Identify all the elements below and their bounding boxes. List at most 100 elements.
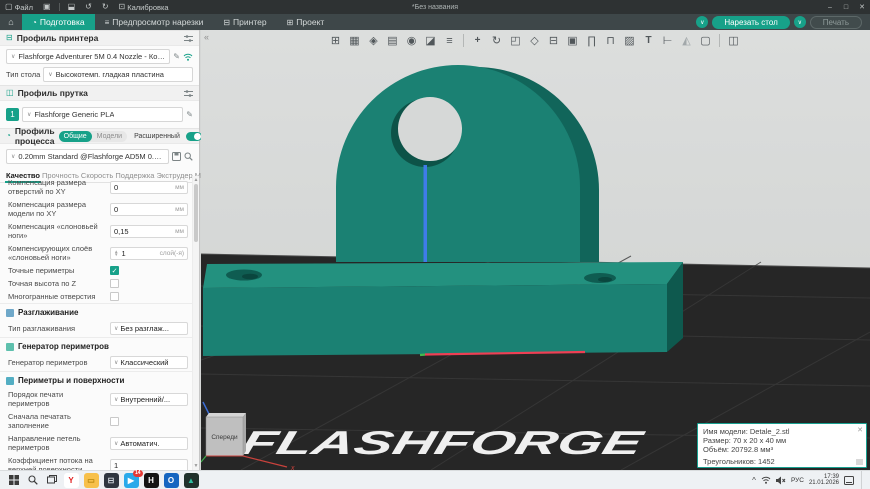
file-menu[interactable]: ▢ Файл [0, 0, 38, 14]
slice-dropdown-button[interactable]: ∨ [696, 16, 708, 28]
filament-select[interactable]: ∨ Flashforge Generic PLA [22, 107, 183, 122]
tray-expand-icon[interactable]: ^ [752, 476, 756, 485]
edit-printer-icon[interactable]: ✎ [173, 52, 180, 61]
section-icon [6, 377, 14, 385]
process-section-title: Профиль процесса [15, 126, 55, 146]
param-select[interactable]: ∨Классический [110, 356, 188, 369]
print-dropdown-button[interactable]: ∨ [794, 16, 806, 28]
bed-type-select[interactable]: ∨ Высокотемп. гладкая пластина [43, 67, 193, 82]
chevron-down-icon: ∨ [11, 153, 15, 160]
task-view-button[interactable] [42, 471, 61, 489]
param-input[interactable]: 0мм [110, 203, 188, 216]
tab-icon: ⊟ [223, 18, 230, 27]
calibration-icon: ⊡ [119, 3, 126, 11]
3d-viewport[interactable]: « ⊞▦◈▤◉◪≡+↻◰◇⊟▣∏⊓▨T⊢◭▢◫ FLASHFORGE [201, 30, 870, 470]
filament-settings-icon[interactable] [184, 89, 193, 98]
param-select[interactable]: ∨Внутренний/... [110, 393, 188, 406]
print-button[interactable]: Печать [810, 16, 862, 29]
window-title: *Без названия [412, 0, 458, 14]
show-desktop-button[interactable] [861, 471, 864, 489]
undo-button[interactable]: ↺ [80, 0, 97, 14]
param-row: Компенсация размера отверстий по XY0мм [0, 176, 192, 198]
process-scope-pill[interactable]: Модели [92, 131, 127, 142]
printer-app-icon[interactable]: ⊟ [104, 473, 119, 488]
redo-button[interactable]: ↻ [97, 0, 114, 14]
tab-icon: ≡ [105, 18, 110, 27]
yandex-browser-icon[interactable]: Y [64, 473, 79, 488]
save-profile-icon[interactable] [172, 152, 181, 161]
start-button[interactable] [4, 471, 23, 489]
param-select[interactable]: ∨Автоматич. [110, 437, 188, 450]
process-select[interactable]: ∨ 0.20mm Standard @Flashforge AD5M 0.4 N… [6, 149, 169, 164]
edit-filament-icon[interactable]: ✎ [186, 110, 193, 119]
process-scope-pill[interactable]: Общие [59, 131, 92, 142]
model-size: Размер: 70 x 20 x 40 мм [703, 436, 861, 445]
tab-2[interactable]: ≡Предпросмотр нарезки [95, 14, 214, 30]
param-value: 0 [114, 205, 118, 214]
advanced-toggle[interactable] [186, 132, 202, 141]
scroll-down-icon[interactable]: ▼ [193, 463, 199, 469]
chevron-down-icon: ∨ [11, 53, 15, 60]
printer-settings-icon[interactable] [184, 34, 193, 43]
param-checkbox[interactable] [110, 292, 119, 301]
wifi-icon[interactable] [183, 53, 193, 61]
search-button[interactable] [23, 471, 42, 489]
tab-1[interactable]: ◔Подготовка [22, 14, 95, 30]
clock[interactable]: 17:39 21.01.2026 [809, 474, 839, 487]
main-tab-bar: ⌂ ◔Подготовка≡Предпросмотр нарезки⊟Принт… [0, 14, 870, 30]
param-input[interactable]: ▲▼1слой(-я) [110, 247, 188, 260]
param-select-value: Автоматич. [120, 439, 159, 448]
slicer-app-icon[interactable]: ▲ [184, 473, 199, 488]
param-checkbox[interactable] [110, 279, 119, 288]
filament-slot-badge[interactable]: 1 [6, 108, 19, 121]
unread-badge: 14 [133, 470, 143, 477]
tab-3[interactable]: ⊟Принтер [213, 14, 276, 30]
maximize-button[interactable]: □ [838, 0, 854, 14]
search-icon[interactable] [184, 152, 193, 161]
home-icon: ⌂ [8, 17, 13, 27]
tab-label: Предпросмотр нарезки [112, 17, 203, 27]
bed-type-label: Тип стола [6, 70, 40, 79]
param-label: Тип разглаживания [8, 324, 106, 333]
param-row: Направление петель периметров∨Автоматич. [0, 432, 192, 454]
h-app-icon[interactable]: H [144, 473, 159, 488]
save-button[interactable]: ⬓ [63, 0, 81, 14]
tab-label: Принтер [233, 17, 267, 27]
process-section-header: ◔ Профиль процесса ОбщиеМодели Расширенн… [0, 128, 199, 144]
file-explorer-icon[interactable]: ▭ [84, 473, 99, 488]
model-object[interactable] [203, 65, 683, 356]
slice-plate-button[interactable]: Нарезать стол [712, 16, 789, 29]
close-icon[interactable]: ✕ [857, 426, 863, 435]
minimize-button[interactable]: – [822, 0, 838, 14]
calibration-menu[interactable]: ⊡ Калибровка [114, 0, 174, 14]
volume-muted-icon[interactable] [776, 476, 786, 485]
scroll-up-icon[interactable]: ▲ [193, 177, 199, 183]
spinner-arrows-icon[interactable]: ▲▼ [114, 250, 118, 257]
notification-center-icon[interactable] [844, 476, 854, 485]
resize-handle[interactable] [856, 459, 863, 465]
window-menu-button[interactable]: ▣ [38, 0, 56, 14]
param-input[interactable]: 1 [110, 459, 188, 471]
language-indicator[interactable]: РУС [791, 477, 804, 484]
printer-section-header: ⊟ Профиль принтера [0, 30, 199, 46]
param-checkbox[interactable] [110, 417, 119, 426]
scrollbar-thumb[interactable] [194, 184, 198, 242]
param-row: Точная высота по Z [0, 277, 192, 290]
close-button[interactable]: ✕ [854, 0, 870, 14]
bed-type-value: Высокотемп. гладкая пластина [56, 70, 164, 79]
param-checkbox[interactable]: ✓ [110, 266, 119, 275]
param-label: Точные периметры [8, 266, 106, 275]
param-input[interactable]: 0мм [110, 181, 188, 194]
param-row: Компенсация размера модели по XY0мм [0, 198, 192, 220]
param-input[interactable]: 0,15мм [110, 225, 188, 238]
printer-section-title: Профиль принтера [17, 33, 99, 43]
outlook-icon[interactable]: O [164, 473, 179, 488]
tab-4[interactable]: ⊞Проект [277, 14, 335, 30]
network-icon[interactable] [761, 476, 771, 484]
telegram-icon[interactable]: ▶14 [124, 473, 139, 488]
home-button[interactable]: ⌂ [0, 17, 22, 27]
scene-canvas[interactable]: FLASHFORGE [201, 30, 870, 470]
param-select[interactable]: ∨Без разглаж... [110, 322, 188, 335]
params-scrollbar[interactable]: ▲ ▼ [192, 176, 199, 470]
printer-select[interactable]: ∨ Flashforge Adventurer 5M 0.4 Nozzle - … [6, 49, 170, 64]
